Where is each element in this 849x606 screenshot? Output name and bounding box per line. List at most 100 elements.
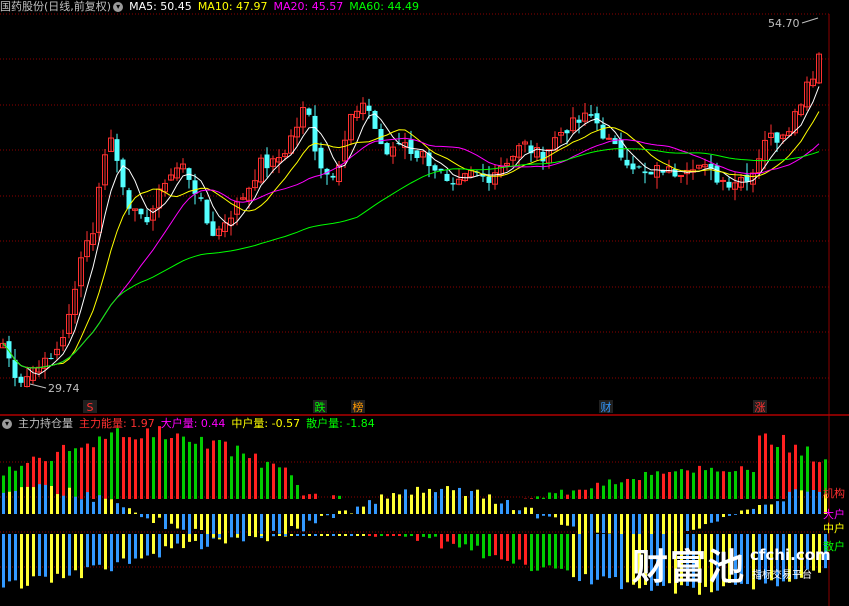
indicator-bar xyxy=(62,534,65,579)
indicator-bar xyxy=(476,534,479,546)
indicator-bar xyxy=(542,534,545,568)
indicator-bar xyxy=(404,534,407,537)
indicator-bar xyxy=(380,534,383,536)
indicator-bar xyxy=(176,514,179,529)
indicator-bar xyxy=(194,514,197,529)
indicator-bar xyxy=(158,514,161,518)
indicator-bar xyxy=(500,534,503,560)
indicator-bar xyxy=(356,534,359,536)
indicator-bar xyxy=(608,479,611,499)
indicator-bar xyxy=(704,470,707,499)
candle-body xyxy=(720,179,726,182)
indicator-bar xyxy=(470,491,473,514)
indicator-bar xyxy=(632,479,635,499)
candle-body xyxy=(672,168,678,177)
indicator-bar xyxy=(560,489,563,499)
indicator-bar xyxy=(110,499,113,514)
indicator-bar xyxy=(62,444,65,499)
indicator-bar xyxy=(608,514,611,534)
indicator-bar xyxy=(206,448,209,499)
indicator-bar xyxy=(44,534,47,577)
candle-body xyxy=(624,159,630,166)
indicator-bar xyxy=(698,514,701,529)
indicator-bar xyxy=(146,514,149,519)
indicator-bar xyxy=(530,534,533,572)
indicator-bar xyxy=(422,492,425,514)
indicator-bar xyxy=(590,534,593,585)
indicator-bar xyxy=(50,534,53,583)
indicator-bar xyxy=(212,534,215,538)
indicator-bar xyxy=(542,514,545,516)
indicator-bar xyxy=(758,435,761,499)
indicator-bar xyxy=(386,498,389,514)
indicator-bar xyxy=(398,494,401,514)
indicator-bar xyxy=(800,490,803,514)
indicator-bar xyxy=(218,534,221,538)
candle-body xyxy=(648,171,654,175)
indicator-bar xyxy=(716,514,719,522)
candle-body xyxy=(204,199,210,224)
watermark: 财富池 cfchi.com 指标交易平台 xyxy=(630,538,831,590)
indicator-bar xyxy=(320,514,323,516)
indicator-bar xyxy=(152,514,155,523)
indicator-bar xyxy=(266,534,269,537)
indicator-bar xyxy=(494,534,497,556)
indicator-bar xyxy=(770,444,773,499)
indicator-bar xyxy=(776,501,779,514)
indicator-bar xyxy=(536,534,539,571)
indicator-bar xyxy=(770,504,773,514)
indicator-bar xyxy=(26,534,29,586)
indicator-bar xyxy=(272,514,275,531)
candle-body xyxy=(12,359,18,378)
indicator-bar xyxy=(698,465,701,499)
indicator-bar xyxy=(128,437,131,499)
indicator-bar xyxy=(194,443,197,499)
indicator-bar xyxy=(86,492,89,514)
indicator-bar xyxy=(440,534,443,549)
stock-chart[interactable]: 54.7029.74S 跌榜财涨机构大户中户散户 xyxy=(0,0,849,606)
indicator-bar xyxy=(554,534,557,569)
indicator-bar xyxy=(242,514,245,542)
indicator-bar xyxy=(74,534,77,571)
indicator-bar xyxy=(620,482,623,499)
indicator-bar xyxy=(68,487,71,514)
indicator-bar xyxy=(200,534,203,550)
indicator-bar xyxy=(332,514,335,518)
indicator-right-label-1: 大户 xyxy=(823,507,845,521)
indicator-bar xyxy=(188,534,191,542)
indicator-bar xyxy=(122,534,125,559)
indicator-bar xyxy=(38,484,41,514)
indicator-bar xyxy=(176,433,179,499)
indicator-bar xyxy=(230,456,233,499)
indicator-bar xyxy=(692,514,695,530)
indicator-right-label-0: 机构 xyxy=(823,486,845,500)
indicator-bar xyxy=(518,510,521,514)
indicator-bar xyxy=(428,488,431,514)
indicator-bar xyxy=(236,445,239,499)
indicator-bar xyxy=(410,494,413,514)
indicator-bar xyxy=(668,472,671,499)
indicator-bar xyxy=(710,467,713,499)
indicator-bar xyxy=(392,534,395,536)
indicator-bar xyxy=(662,473,665,499)
indicator-bar xyxy=(44,484,47,514)
candle-body xyxy=(576,119,582,123)
indicator-bar xyxy=(548,534,551,566)
marker-4: 涨 xyxy=(755,401,766,414)
indicator-bar xyxy=(320,534,323,536)
indicator-bar xyxy=(416,534,419,541)
indicator-bar xyxy=(398,534,401,536)
candle-body xyxy=(318,147,324,169)
indicator-bar xyxy=(356,506,359,514)
candle-body xyxy=(114,139,120,161)
indicator-bar xyxy=(728,471,731,499)
indicator-bar xyxy=(182,534,185,549)
indicator-bar xyxy=(170,514,173,524)
indicator-bar xyxy=(134,439,137,499)
indicator-bar xyxy=(284,467,287,499)
indicator-bar xyxy=(530,498,533,499)
indicator-bar xyxy=(548,492,551,499)
indicator-bar xyxy=(128,508,131,514)
indicator-bar xyxy=(644,514,647,537)
indicator-bar xyxy=(296,514,299,529)
